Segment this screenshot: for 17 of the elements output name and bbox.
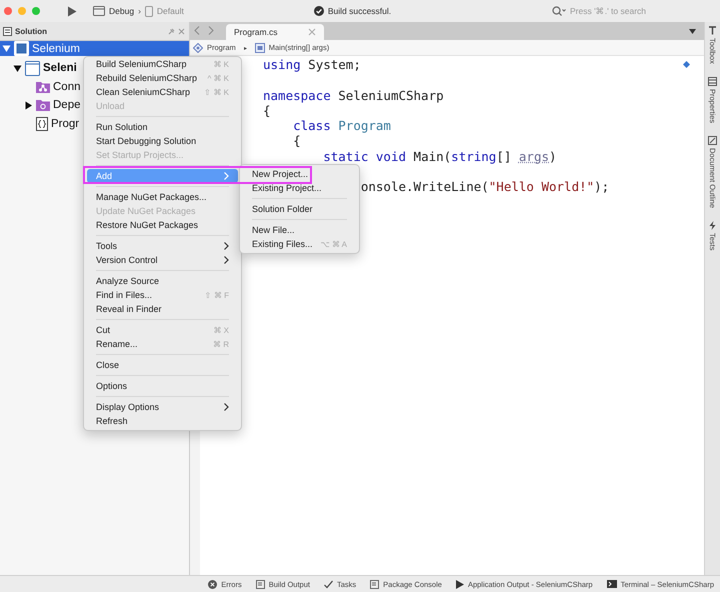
shortcut-text: ⌘ X (213, 326, 229, 334)
code-line: using System; (263, 57, 361, 72)
code-line: static void Main(string[] args) (323, 148, 557, 164)
pad-title: Solution (15, 26, 47, 36)
shortcut-text: ⇧ ⌘ F (204, 290, 229, 300)
shortcut-text: ⌘ R (213, 340, 229, 348)
shortcut-text: ⌘ K (213, 60, 229, 68)
code-line: namespace SeleniumCSharp (263, 88, 444, 103)
shortcut-text: ^ ⌘ K (207, 74, 229, 82)
code-line: onsole.WriteLine("Hello World!"); (360, 179, 610, 194)
code-line: class Program (293, 118, 391, 134)
shortcut-text: ⌥ ⌘ A (320, 240, 347, 248)
shortcut-text: ⇧ ⌘ K (204, 88, 229, 96)
code-line: { (293, 133, 301, 148)
chevron-text: › (138, 6, 141, 16)
build-status: Build successful. (328, 6, 392, 16)
code-line: { (263, 102, 271, 118)
